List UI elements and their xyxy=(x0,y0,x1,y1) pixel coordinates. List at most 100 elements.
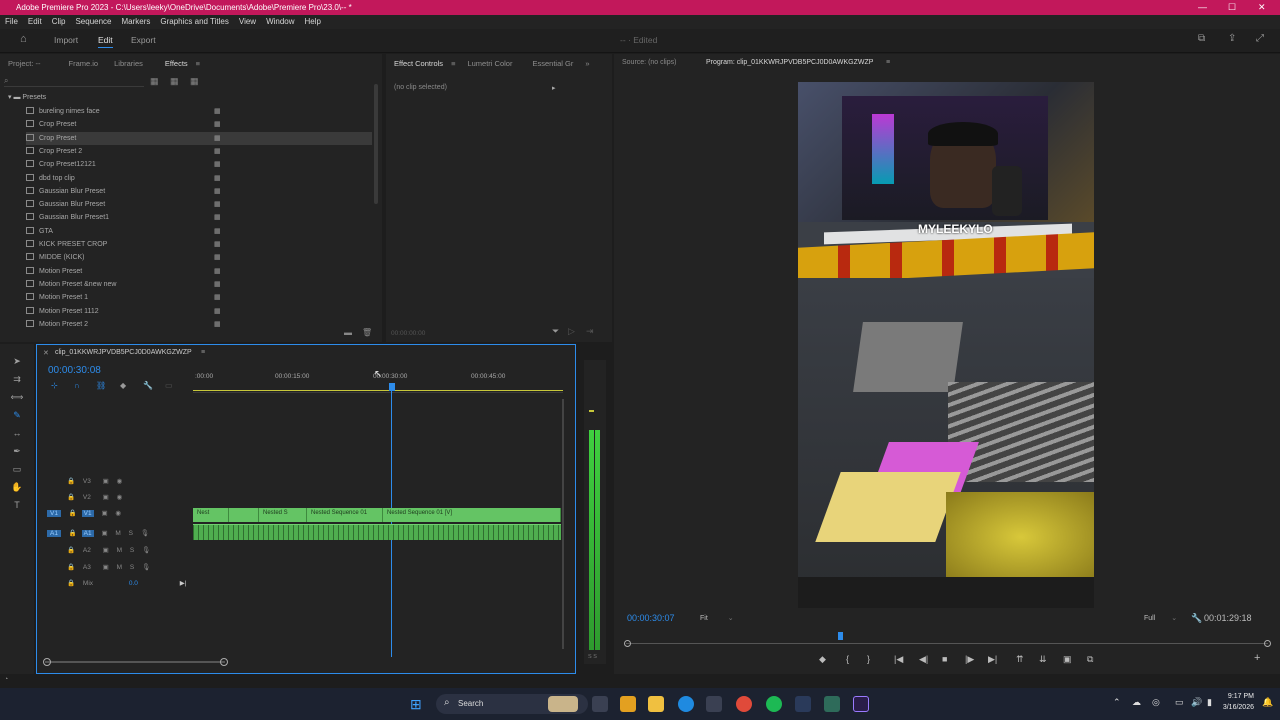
add-marker-icon[interactable]: ◆ xyxy=(819,654,826,665)
more-tabs-icon[interactable]: » xyxy=(581,54,589,74)
program-playhead[interactable] xyxy=(838,632,843,640)
mute-button[interactable]: M xyxy=(115,530,120,537)
store-icon[interactable] xyxy=(706,696,722,712)
panel-menu-icon[interactable]: ≡ xyxy=(196,54,200,74)
snap-icon[interactable]: ∩ xyxy=(74,381,80,390)
workspaces-icon[interactable]: ⧉ xyxy=(1198,33,1205,44)
solo-button[interactable]: S xyxy=(130,547,134,554)
tab-program-monitor[interactable]: Program: clip_01KKWRJPVDB5PCJ0D0AWKGZWZP xyxy=(706,59,873,66)
sync-lock-icon[interactable]: ▣ xyxy=(103,478,109,485)
edge-icon[interactable] xyxy=(678,696,694,712)
source-patch-a1[interactable]: A1 xyxy=(47,530,61,537)
solo-meter-buttons[interactable]: S S xyxy=(588,654,597,660)
preset-item[interactable]: Motion Preset 1 ▦ xyxy=(26,291,372,304)
type-tool-icon[interactable]: T xyxy=(10,500,24,512)
eye-icon[interactable]: ◉ xyxy=(117,494,123,501)
app-icon[interactable] xyxy=(795,696,811,712)
mark-in-icon[interactable]: { xyxy=(846,654,849,664)
effects-search-input[interactable]: ⌕ xyxy=(4,76,144,87)
sync-lock-icon[interactable]: ▣ xyxy=(103,547,109,554)
tray-overflow-icon[interactable]: ⌃ xyxy=(1113,697,1121,708)
go-to-end-icon[interactable]: ▶| xyxy=(180,580,187,587)
pen-tool-icon[interactable]: ✒ xyxy=(10,446,24,458)
tray-app-icon[interactable]: ◎ xyxy=(1152,697,1160,708)
preset-item[interactable]: Gaussian Blur Preset1 ▦ xyxy=(26,211,372,224)
preset-item[interactable]: Crop Preset 2 ▦ xyxy=(26,145,372,158)
quality-select[interactable]: Full ⌄ xyxy=(1144,614,1177,622)
battery-icon[interactable]: ▮ xyxy=(1207,697,1212,708)
effects-scrollbar[interactable] xyxy=(374,84,378,204)
tab-frameio[interactable]: Frame.io xyxy=(61,54,107,74)
sync-lock-icon[interactable]: ▣ xyxy=(103,494,109,501)
microphone-icon[interactable]: 🎙 xyxy=(142,564,150,571)
nest-toggle-icon[interactable]: ⊹ xyxy=(51,381,58,390)
sequence-tab[interactable]: clip_01KKWRJPVDB5PCJ0D0AWKGZWZP xyxy=(55,349,192,356)
timeline-zoom-scrollbar[interactable] xyxy=(45,661,225,663)
menu-edit[interactable]: Edit xyxy=(28,15,42,29)
slip-tool-icon[interactable]: ↔ xyxy=(10,428,24,440)
tab-libraries[interactable]: Libraries xyxy=(106,54,151,74)
preset-item[interactable]: GTA ▦ xyxy=(26,225,372,238)
selection-tool-icon[interactable]: ➤ xyxy=(10,356,24,368)
clip-v1-4[interactable]: Nested Sequence 01 xyxy=(307,508,383,522)
audio-clip-a1[interactable] xyxy=(193,524,561,540)
home-icon[interactable]: ⌂ xyxy=(20,33,27,45)
accelerated-filter-icon[interactable]: ▦ xyxy=(150,76,159,87)
menu-graphics[interactable]: Graphics and Titles xyxy=(160,15,228,29)
share-icon[interactable]: ⇪ xyxy=(1228,33,1236,44)
close-button[interactable]: ✕ xyxy=(1258,0,1266,15)
minimize-button[interactable]: — xyxy=(1198,0,1207,15)
filter-icon[interactable]: ⏷ xyxy=(552,326,559,337)
taskbar-date[interactable]: 3/16/2026 xyxy=(1214,704,1254,711)
scrub-handle-right[interactable] xyxy=(1264,640,1271,647)
maximize-button[interactable]: ☐ xyxy=(1228,0,1236,15)
export-frame-icon[interactable]: ⇥ xyxy=(586,326,594,337)
step-forward-icon[interactable]: |▶ xyxy=(965,654,974,665)
tab-export[interactable]: Export xyxy=(131,35,156,45)
tab-lumetri-color[interactable]: Lumetri Color xyxy=(459,54,520,74)
preset-item[interactable]: Motion Preset 1112 ▦ xyxy=(26,305,372,318)
preset-item[interactable]: Motion Preset &new new ▦ xyxy=(26,278,372,291)
notifications-icon[interactable]: 🔔 xyxy=(1262,697,1273,708)
tab-project[interactable]: Project: -- xyxy=(0,54,49,74)
track-select-tool-icon[interactable]: ⇉ xyxy=(10,374,24,386)
program-scrub-bar[interactable] xyxy=(626,643,1268,644)
preset-item[interactable]: Gaussian Blur Preset ▦ xyxy=(26,198,372,211)
track-v1-label[interactable]: V1 xyxy=(81,510,94,517)
mark-out-icon[interactable]: } xyxy=(867,654,870,664)
solo-button[interactable]: S xyxy=(129,530,133,537)
extract-icon[interactable]: ⇊ xyxy=(1039,654,1047,665)
microphone-icon[interactable]: 🎙 xyxy=(141,530,149,537)
menu-view[interactable]: View xyxy=(239,15,256,29)
video-frame[interactable]: MYLEEKYLO xyxy=(798,82,1094,608)
timeline-menu-icon[interactable]: ≡ xyxy=(201,349,205,356)
windows-start-icon[interactable]: ⊞ xyxy=(410,696,422,713)
go-to-in-icon[interactable]: |◀ xyxy=(894,654,903,665)
preset-item[interactable]: Gaussian Blur Preset ▦ xyxy=(26,185,372,198)
copilot-icon[interactable] xyxy=(620,696,636,712)
playhead-handle[interactable] xyxy=(389,383,395,391)
expand-arrow-icon[interactable]: ▸ xyxy=(552,84,556,92)
lock-icon[interactable]: 🔒 xyxy=(69,510,77,517)
preset-item[interactable]: Crop Preset12121 ▦ xyxy=(26,158,372,171)
preset-item[interactable]: KICK PRESET CROP ▦ xyxy=(26,238,372,251)
trash-icon[interactable]: 🗑 xyxy=(362,328,372,337)
taskbar-search-box[interactable]: ⌕ Search xyxy=(436,694,588,714)
tab-effects[interactable]: Effects xyxy=(157,54,196,74)
razor-tool-icon[interactable]: ✎ xyxy=(10,410,24,422)
compare-view-icon[interactable]: ⧉ xyxy=(1087,654,1093,665)
step-back-icon[interactable]: ◀| xyxy=(919,654,928,665)
taskbar-time[interactable]: 9:17 PM xyxy=(1222,693,1254,700)
chrome-icon[interactable] xyxy=(736,696,752,712)
mute-button[interactable]: M xyxy=(117,564,122,571)
32bit-filter-icon[interactable]: ▦ xyxy=(170,76,179,87)
task-view-icon[interactable] xyxy=(592,696,608,712)
track-a1-label[interactable]: A1 xyxy=(81,530,94,537)
add-marker-icon[interactable]: ◆ xyxy=(120,381,126,390)
lock-icon[interactable]: 🔒 xyxy=(67,478,75,485)
lock-icon[interactable]: 🔒 xyxy=(67,580,75,587)
ripple-edit-tool-icon[interactable]: ⟺ xyxy=(10,392,24,404)
new-bin-icon[interactable]: ▬ xyxy=(344,328,352,337)
button-editor-plus-icon[interactable]: + xyxy=(1254,652,1260,664)
menu-help[interactable]: Help xyxy=(305,15,321,29)
